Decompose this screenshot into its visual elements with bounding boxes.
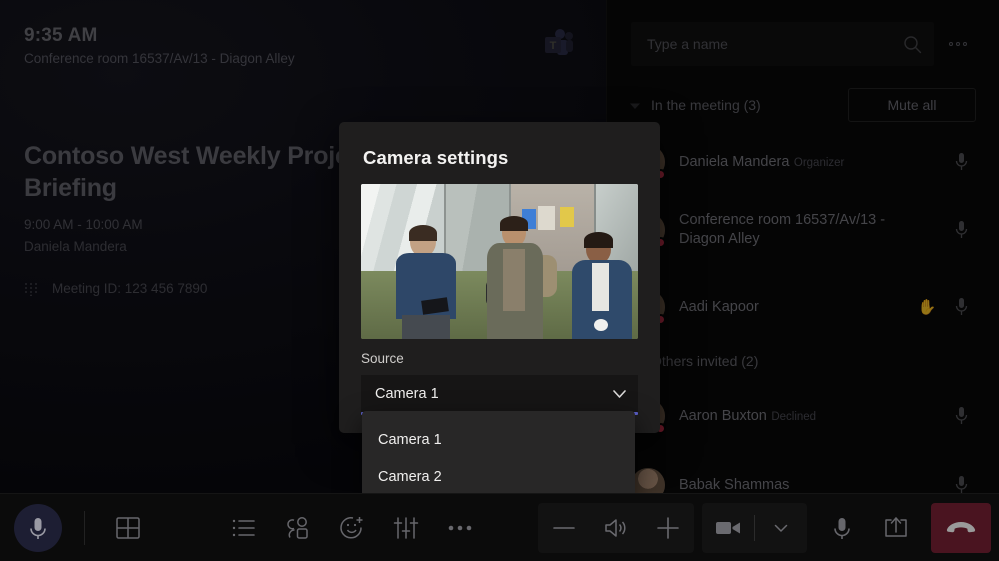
people-button[interactable]	[271, 503, 325, 553]
device-settings-button[interactable]	[379, 503, 433, 553]
camera-source-value: Camera 1	[375, 386, 611, 402]
camera-control-group	[702, 503, 807, 553]
teams-meeting-window: 9:35 AM Conference room 16537/Av/13 - Di…	[0, 0, 999, 561]
camera-toggle-button[interactable]	[702, 503, 754, 553]
camera-source-dropdown: Camera 1 Camera 2	[362, 411, 635, 498]
volume-control-group	[538, 503, 694, 553]
call-toolbar	[0, 493, 999, 561]
volume-down-button[interactable]	[538, 503, 590, 553]
reactions-button[interactable]	[325, 503, 379, 553]
speaker-button[interactable]	[590, 503, 642, 553]
camera-settings-dialog: Camera settings	[339, 122, 660, 433]
toolbar-divider	[84, 511, 85, 545]
agenda-button[interactable]	[217, 503, 271, 553]
source-label: Source	[361, 351, 404, 366]
dropdown-option-camera-2[interactable]: Camera 2	[362, 458, 635, 495]
mic-toggle-button[interactable]	[14, 504, 62, 552]
more-actions-button[interactable]	[433, 503, 487, 553]
camera-source-select[interactable]: Camera 1	[361, 375, 638, 412]
camera-options-button[interactable]	[755, 503, 807, 553]
dialog-title: Camera settings	[363, 147, 508, 169]
share-screen-button[interactable]	[869, 503, 923, 553]
chevron-down-icon[interactable]	[611, 385, 628, 402]
volume-up-button[interactable]	[642, 503, 694, 553]
layout-button[interactable]	[101, 503, 155, 553]
camera-preview	[361, 184, 638, 339]
mic-button[interactable]	[815, 503, 869, 553]
end-call-button[interactable]	[931, 503, 991, 553]
dropdown-option-camera-1[interactable]: Camera 1	[362, 421, 635, 458]
